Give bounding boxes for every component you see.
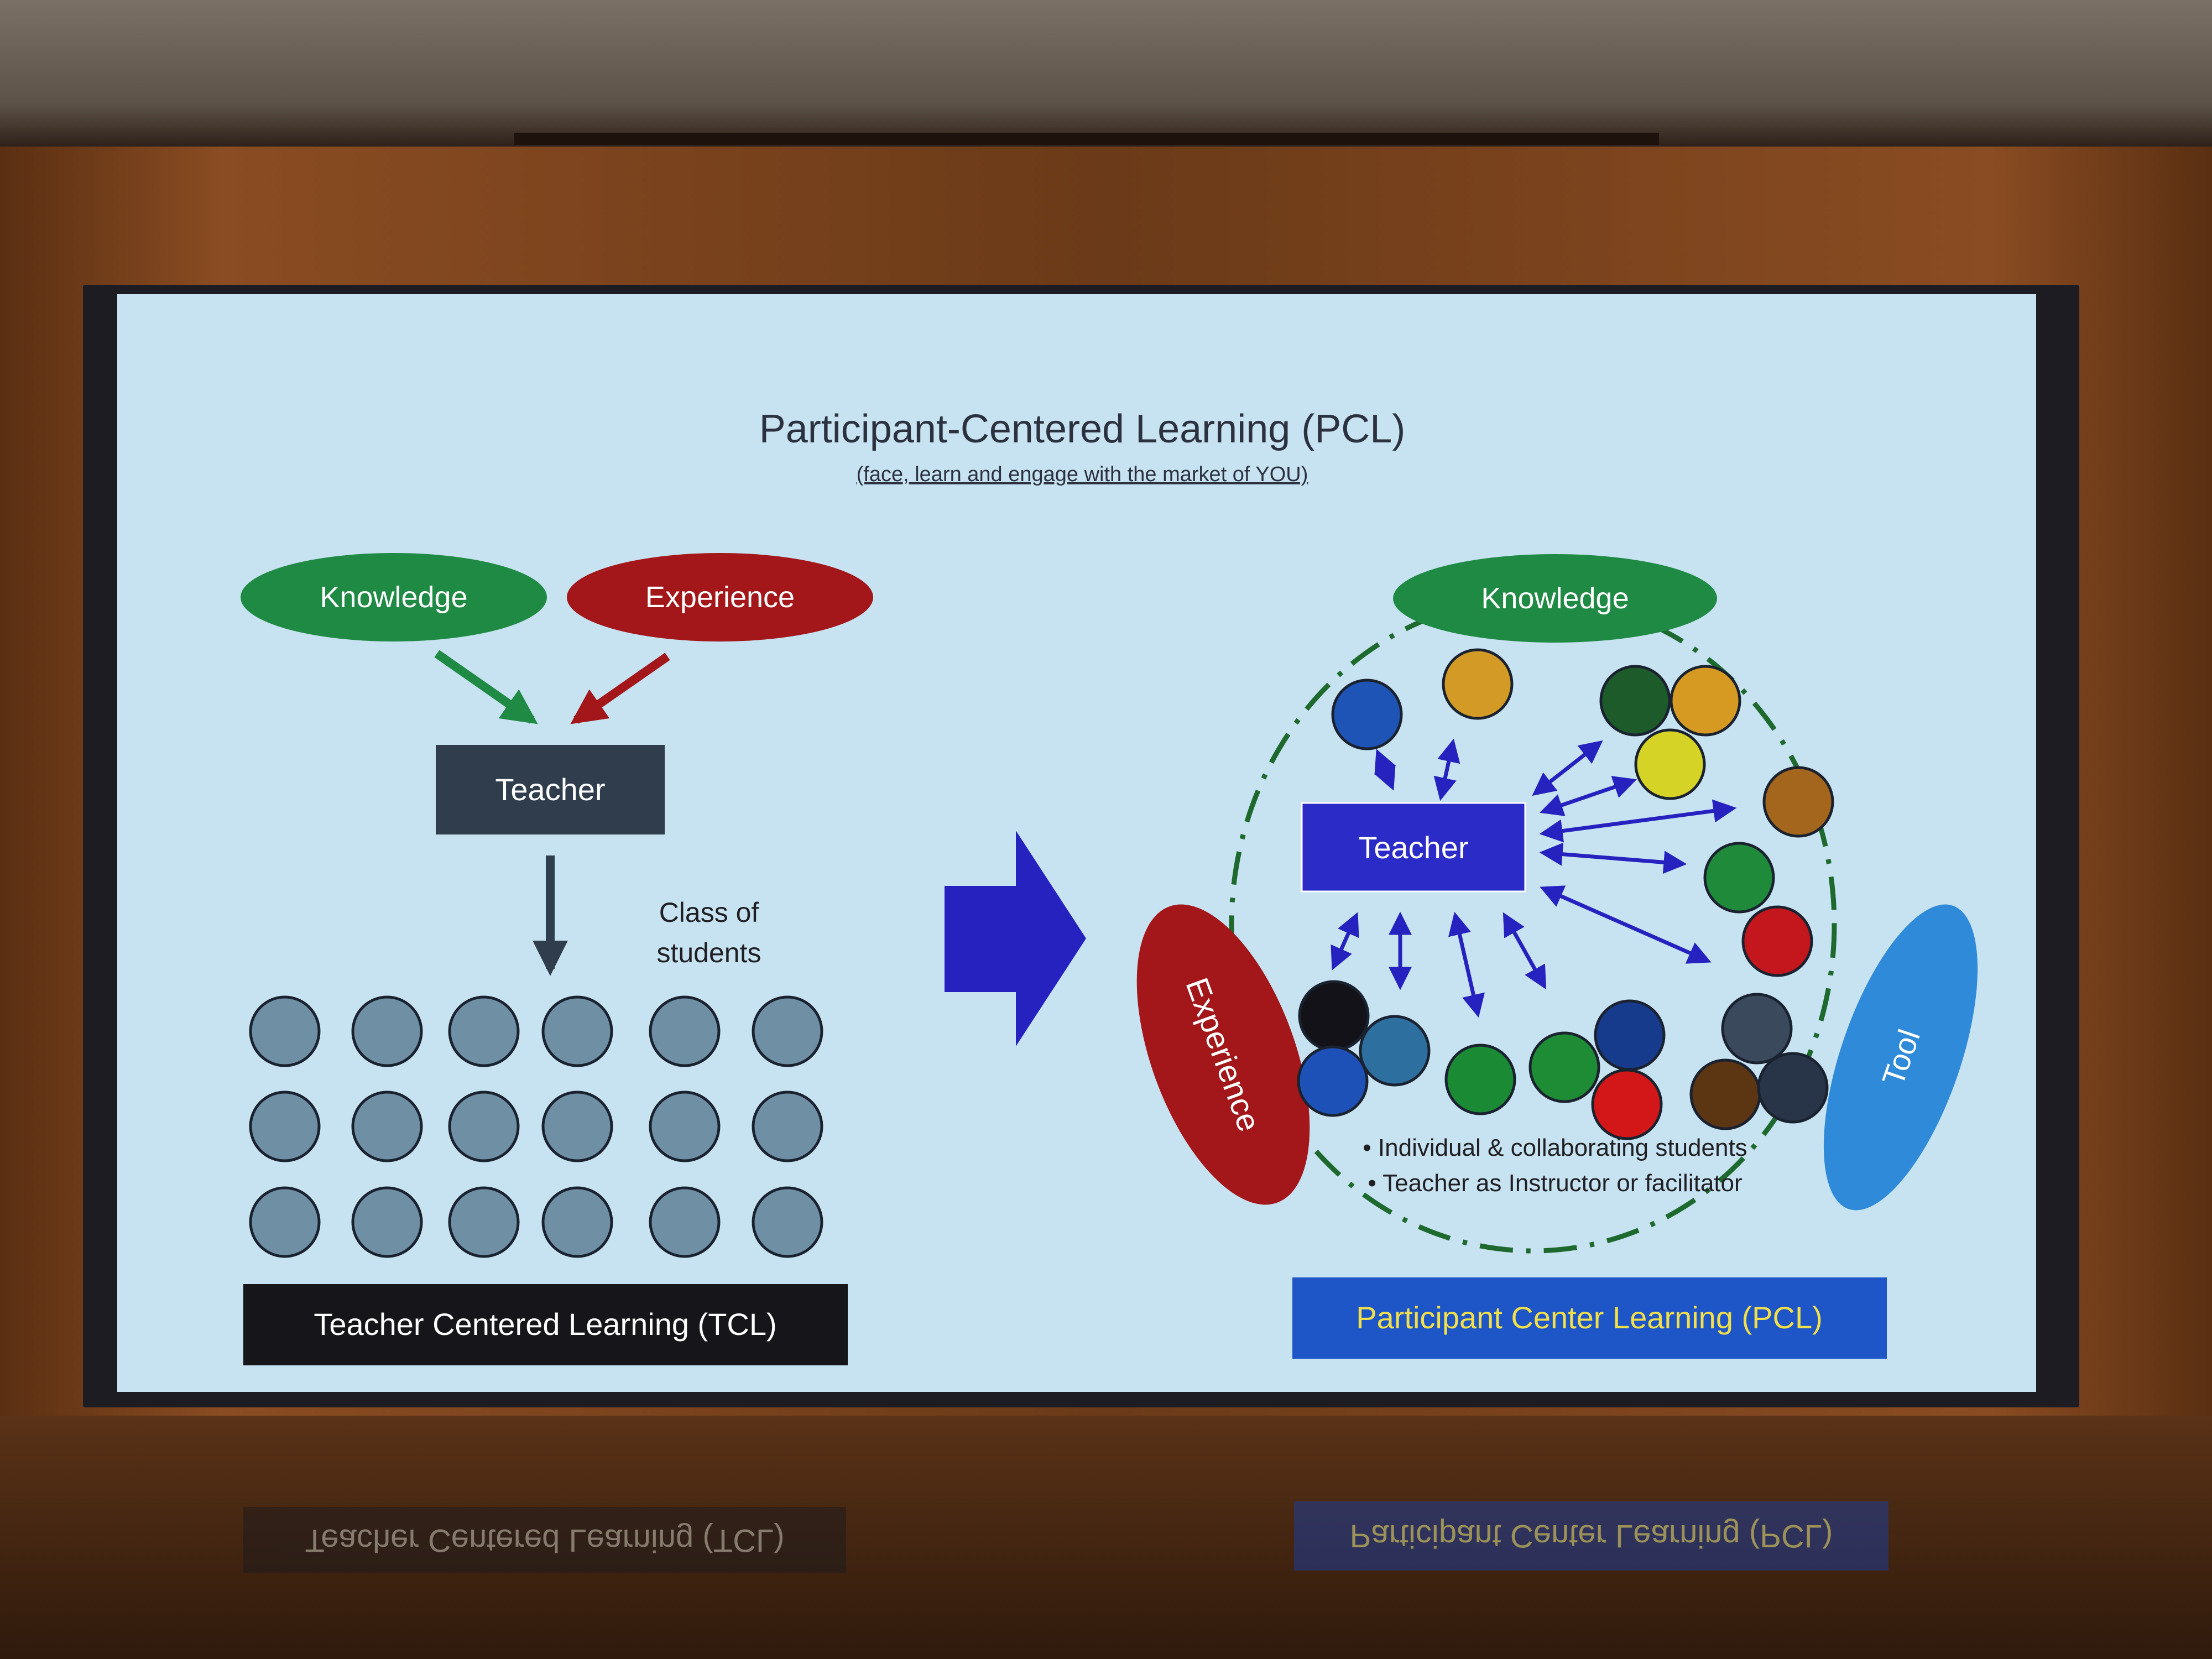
pcl-reflection-text: Participant Center Learning (PCL) bbox=[1349, 1518, 1833, 1554]
interaction-arrow bbox=[1532, 740, 1603, 796]
tcl-experience-arrow bbox=[570, 653, 670, 724]
pcl-footer-reflection: Participant Center Learning (PCL) bbox=[1294, 1501, 1888, 1571]
tcl-teacher-box: Teacher bbox=[436, 745, 665, 834]
student-circle bbox=[752, 1091, 823, 1162]
student-circle bbox=[752, 1186, 823, 1258]
interaction-arrow bbox=[1448, 911, 1485, 1018]
class-of-students-line2: students bbox=[656, 937, 761, 968]
ceiling bbox=[0, 0, 2212, 147]
pcl-bullet-individual: • Individual & collaborating students bbox=[1363, 1134, 1747, 1161]
tcl-reflection-text: Teacher Centered Learning (TCL) bbox=[305, 1522, 785, 1558]
student-circle bbox=[541, 995, 613, 1067]
pcl-bullet-teacher-role: • Teacher as Instructor or facilitator bbox=[1368, 1170, 1742, 1197]
student-circle bbox=[249, 1186, 321, 1258]
tcl-experience-oval: Experience bbox=[567, 553, 873, 641]
student-circle bbox=[752, 995, 823, 1067]
student-circle bbox=[448, 995, 520, 1067]
tcl-knowledge-label: Knowledge bbox=[320, 581, 467, 614]
interaction-arrow bbox=[1433, 738, 1460, 801]
pcl-experience-oval: Experience bbox=[1136, 904, 1310, 1205]
tcl-knowledge-oval: Knowledge bbox=[241, 553, 547, 641]
student-circle bbox=[1298, 980, 1370, 1052]
student-circle bbox=[541, 1186, 613, 1258]
pcl-teacher-label: Teacher bbox=[1358, 830, 1468, 865]
student-circle bbox=[1591, 1068, 1663, 1140]
pcl-knowledge-label: Knowledge bbox=[1481, 582, 1629, 615]
slide-subtitle: (face, learn and engage with the market … bbox=[857, 463, 1308, 486]
student-circle bbox=[1594, 999, 1666, 1071]
interaction-arrow bbox=[1503, 912, 1547, 990]
student-circle bbox=[448, 1091, 520, 1162]
class-of-students-line1: Class of bbox=[659, 897, 759, 928]
pcl-footer-label: Participant Center Learning (PCL) bbox=[1356, 1300, 1823, 1335]
transition-arrow-icon bbox=[945, 831, 1086, 1046]
student-circle bbox=[1442, 648, 1514, 720]
interaction-arrow bbox=[1539, 842, 1687, 874]
tcl-knowledge-arrow bbox=[434, 650, 538, 724]
student-circle bbox=[1297, 1045, 1369, 1117]
slide-title: Participant-Centered Learning (PCL) bbox=[759, 407, 1406, 451]
pcl-footer-box: Participant Center Learning (PCL) bbox=[1292, 1277, 1887, 1359]
interaction-arrow bbox=[1540, 885, 1712, 964]
pcl-student-cluster bbox=[1297, 648, 1834, 1140]
student-circle bbox=[649, 1091, 721, 1162]
student-circle bbox=[448, 1186, 520, 1258]
student-circle bbox=[649, 1186, 721, 1258]
tcl-student-grid bbox=[249, 995, 823, 1258]
tcl-footer-label: Teacher Centered Learning (TCL) bbox=[314, 1307, 776, 1342]
tcl-experience-label: Experience bbox=[645, 581, 795, 614]
ceiling-light-slot bbox=[514, 133, 1659, 145]
student-circle bbox=[1741, 905, 1813, 977]
student-circle bbox=[249, 1091, 321, 1162]
student-circle bbox=[351, 1186, 423, 1258]
student-circle bbox=[249, 995, 321, 1067]
pcl-knowledge-oval: Knowledge bbox=[1393, 554, 1717, 643]
student-circle bbox=[541, 1091, 613, 1162]
student-circle bbox=[1670, 665, 1741, 737]
student-circle bbox=[351, 995, 423, 1067]
student-circle bbox=[1599, 665, 1671, 737]
student-circle bbox=[1721, 993, 1793, 1065]
slide-diagram: Participant-Centered Learning (PCL) (fac… bbox=[241, 407, 1978, 1365]
slide-screen: Participant-Centered Learning (PCL) (fac… bbox=[117, 294, 2036, 1392]
student-circle bbox=[1689, 1058, 1761, 1130]
student-circle bbox=[1757, 1052, 1829, 1124]
interaction-arrow bbox=[1374, 749, 1396, 791]
pcl-teacher-box: Teacher bbox=[1301, 802, 1526, 893]
student-circle bbox=[649, 995, 721, 1067]
student-circle bbox=[1634, 728, 1706, 800]
pcl-tool-oval: Tool bbox=[1823, 904, 1978, 1211]
tcl-footer-box: Teacher Centered Learning (TCL) bbox=[243, 1284, 848, 1365]
tcl-footer-reflection: Teacher Centered Learning (TCL) bbox=[243, 1507, 846, 1573]
student-circle bbox=[1528, 1031, 1600, 1103]
tcl-teacher-label: Teacher bbox=[495, 772, 605, 807]
interaction-arrow bbox=[1331, 912, 1359, 971]
student-circle bbox=[1703, 842, 1775, 914]
student-circle bbox=[1762, 766, 1834, 838]
student-circle bbox=[1331, 679, 1403, 750]
interaction-arrow bbox=[1539, 799, 1737, 843]
student-circle bbox=[351, 1091, 423, 1162]
student-circle bbox=[1359, 1015, 1431, 1087]
student-circle bbox=[1444, 1044, 1516, 1115]
interaction-arrow bbox=[1540, 776, 1637, 816]
